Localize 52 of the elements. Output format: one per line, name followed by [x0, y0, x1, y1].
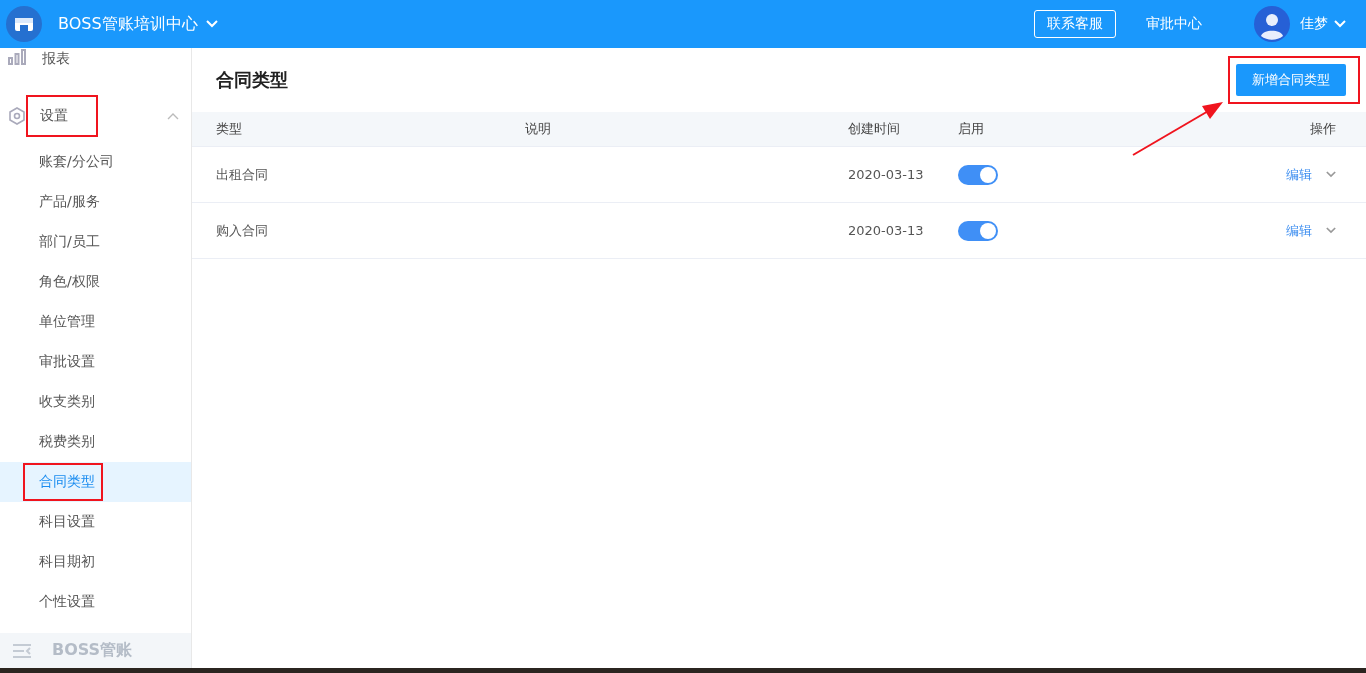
- menu-label: 部门/员工: [38, 232, 101, 251]
- sidebar-item[interactable]: 报表: [0, 48, 191, 80]
- sidebar-subitem[interactable]: 收支类别: [0, 382, 191, 422]
- menu-label: 账套/分公司: [38, 152, 115, 171]
- table-cell-text: 2020-03-13: [848, 167, 925, 182]
- edit-link[interactable]: 编辑: [1286, 165, 1312, 184]
- sidebar-subitem[interactable]: 科目设置: [0, 502, 191, 542]
- gear-icon: [8, 107, 26, 125]
- sidebar-subitem[interactable]: 单位管理: [0, 302, 191, 342]
- table-cell-text: 2020-03-13: [848, 223, 925, 238]
- avatar-icon[interactable]: [1254, 6, 1290, 42]
- menu-label: 单位管理: [38, 312, 96, 331]
- menu-label: 报表: [41, 49, 71, 68]
- sidebar-subitem[interactable]: 部门/员工: [0, 222, 191, 262]
- user-name: 佳梦: [1300, 15, 1328, 33]
- menu-label: 个性设置: [38, 592, 96, 611]
- toggle-switch[interactable]: [958, 164, 998, 185]
- menu-label: 合同类型: [23, 463, 103, 501]
- sidebar-subitem[interactable]: 产品/服务: [0, 182, 191, 222]
- brand-name: BOSS管账: [52, 640, 133, 661]
- chevron-down-icon: [1326, 171, 1336, 178]
- menu-label: 审批设置: [38, 352, 96, 371]
- sidebar-item[interactable]: 设置: [0, 90, 191, 142]
- sidebar-subitem[interactable]: 个性设置: [0, 582, 191, 622]
- page-title: 合同类型: [216, 68, 288, 92]
- caret-icon: [1334, 20, 1346, 28]
- store-logo-icon: [6, 6, 42, 42]
- menu-label: 角色/权限: [38, 272, 101, 291]
- table-cell-text: 出租合同: [216, 165, 269, 184]
- menu-label: 收支类别: [38, 392, 96, 411]
- table-cell-text: 购入合同: [216, 221, 269, 240]
- menu-label: 税费类别: [38, 432, 96, 451]
- toggle-switch[interactable]: [958, 220, 998, 241]
- menu-label: 设置: [26, 95, 98, 137]
- column-header: 创建时间: [848, 120, 901, 138]
- edit-link[interactable]: 编辑: [1286, 221, 1312, 240]
- column-header: 启用: [958, 120, 985, 138]
- menu-collapse-icon: [12, 643, 32, 658]
- menu-label: 科目期初: [38, 552, 96, 571]
- sidebar-subitem[interactable]: 角色/权限: [0, 262, 191, 302]
- column-header: 说明: [525, 120, 552, 138]
- chevron-down-icon: [1326, 227, 1336, 234]
- sidebar-subitem[interactable]: 税费类别: [0, 422, 191, 462]
- column-header: 类型: [216, 120, 243, 138]
- menu-label: 科目设置: [38, 512, 96, 531]
- column-header: 操作: [1310, 120, 1336, 138]
- sidebar-subitem[interactable]: 账套/分公司: [0, 142, 191, 182]
- sidebar-subitem[interactable]: 科目期初: [0, 542, 191, 582]
- menu-label: 产品/服务: [38, 192, 101, 211]
- bar-chart-icon: [8, 48, 26, 66]
- caret-icon: [205, 20, 218, 28]
- sidebar-subitem[interactable]: 审批设置: [0, 342, 191, 382]
